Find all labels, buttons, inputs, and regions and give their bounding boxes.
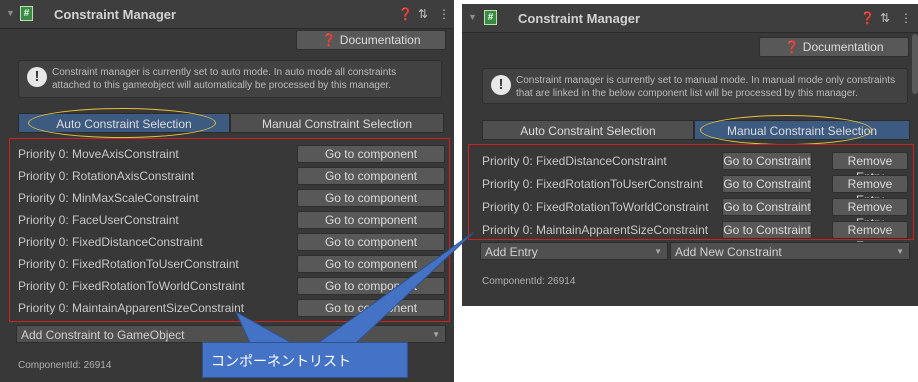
callout-box: コンポーネントリスト (202, 342, 408, 378)
callout-pointer-left (234, 310, 294, 344)
callout-text: コンポーネントリスト (211, 353, 351, 369)
callout-pointer-right (316, 231, 475, 344)
callout-pointer (234, 231, 475, 344)
